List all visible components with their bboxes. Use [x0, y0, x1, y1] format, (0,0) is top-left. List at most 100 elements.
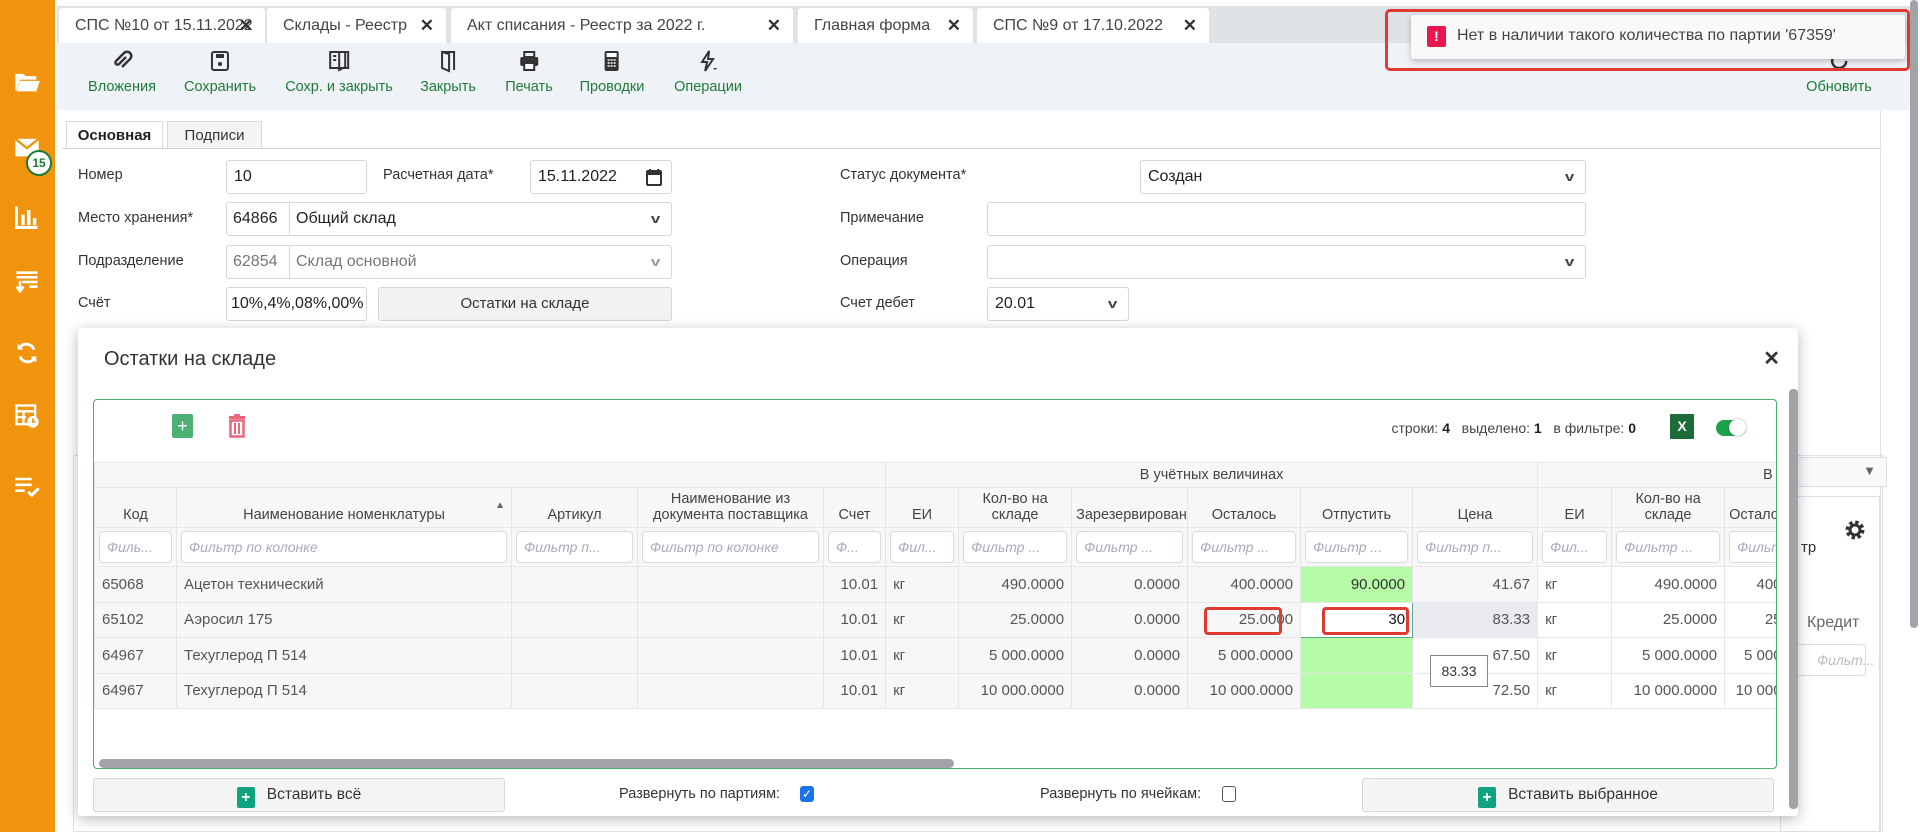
insert-selected-button[interactable]: + Вставить выбранное: [1362, 778, 1774, 812]
error-toast[interactable]: ! Нет в наличии такого количества по пар…: [1411, 15, 1905, 59]
column-header-release[interactable]: Отпустить: [1300, 487, 1414, 528]
column-header-code[interactable]: Код: [94, 487, 177, 528]
postings-button[interactable]: Проводки: [580, 49, 644, 95]
operation-select[interactable]: v: [987, 245, 1586, 279]
page-scrollbar[interactable]: [1910, 0, 1918, 628]
save-button[interactable]: Сохранить: [184, 49, 256, 95]
column-header-ship-unit[interactable]: ЕИ: [1537, 487, 1613, 528]
tab-sps-9[interactable]: СПС №9 от 17.10.2022 ✕: [977, 8, 1209, 43]
checklist-icon[interactable]: [13, 472, 41, 500]
table-row[interactable]: 65102 Аэросил 175 10.01 кг 25.0000 0.0000 25.0…: [94, 601, 1776, 638]
tab-sps-10[interactable]: СПС №10 от 15.11.2022 ✕: [59, 8, 265, 43]
close-button[interactable]: Закрыть: [420, 49, 476, 95]
column-filter-input[interactable]: Ф...: [828, 531, 882, 563]
add-row-button[interactable]: +: [172, 414, 193, 438]
grid-toggle[interactable]: [1716, 419, 1746, 436]
operation-label: Операция: [840, 253, 908, 269]
download-list-icon[interactable]: [13, 268, 41, 296]
cell-ship-stock-qty: 10 000.0000: [1611, 672, 1726, 709]
sync-icon[interactable]: [13, 339, 41, 367]
cell-ship-unit: кг: [1537, 672, 1613, 709]
column-filter-input[interactable]: Фильтр ...: [1076, 531, 1184, 563]
tab-label: СПС №9 от 17.10.2022: [993, 17, 1163, 34]
column-filter-input[interactable]: Фильтр по колонке: [642, 531, 819, 563]
column-label: Осталось: [1211, 507, 1277, 523]
expand-cells-checkbox[interactable]: [1222, 786, 1236, 802]
cell-stock-qty: 5 000.0000: [958, 637, 1073, 674]
account-field[interactable]: 10%,4%,08%,00%: [226, 287, 367, 321]
number-field[interactable]: 10: [226, 160, 367, 194]
column-filter-input[interactable]: Фильтр п...: [1417, 531, 1534, 563]
tab-writeoff-registry[interactable]: Акт списания - Реестр за 2022 г. ✕: [451, 8, 793, 43]
table-clock-icon[interactable]: [13, 402, 41, 430]
cell-name: Техуглерод П 514: [176, 637, 512, 674]
column-filter-input[interactable]: Фильтр ...: [963, 531, 1068, 563]
close-icon[interactable]: ✕: [1183, 8, 1197, 43]
column-filter-input[interactable]: Фильтр п...: [516, 531, 633, 563]
excel-export-icon[interactable]: X: [1670, 414, 1694, 439]
column-header-ship-remaining[interactable]: Осталось: [1724, 487, 1776, 528]
printer-icon: [519, 51, 538, 71]
note-field[interactable]: [987, 202, 1586, 236]
tab-warehouses-registry[interactable]: Склады - Реестр ✕: [267, 8, 446, 43]
column-filter-input[interactable]: Фильтр ...: [1192, 531, 1297, 563]
column-filter-input[interactable]: Фил...: [1542, 531, 1608, 563]
print-button[interactable]: Печать: [505, 49, 553, 95]
operations-button[interactable]: Операции: [674, 49, 742, 95]
tab-main-form[interactable]: Главная форма ✕: [798, 8, 973, 43]
status-select[interactable]: Создан v: [1140, 160, 1586, 194]
close-icon[interactable]: ✕: [1763, 346, 1780, 371]
table-row[interactable]: 64967 Техуглерод П 514 10.01 кг 10 000.0000 0…: [94, 672, 1776, 709]
trash-icon[interactable]: [227, 414, 247, 438]
horizontal-scrollbar[interactable]: [99, 759, 954, 768]
chart-icon[interactable]: [13, 203, 41, 231]
dialog-scrollbar[interactable]: [1789, 389, 1798, 809]
stock-remains-button[interactable]: Остатки на складе: [378, 287, 672, 321]
save-close-icon: [329, 51, 349, 72]
close-icon[interactable]: ✕: [239, 8, 253, 43]
close-icon[interactable]: ✕: [420, 8, 434, 43]
credit-filter[interactable]: Фильт...: [1786, 644, 1874, 676]
close-icon[interactable]: ✕: [767, 8, 781, 43]
column-filter-input[interactable]: Фильтр по колонке: [181, 531, 507, 563]
column-header-name[interactable]: Наименование номенклатуры ▲: [176, 487, 512, 528]
table-row[interactable]: 64967 Техуглерод П 514 10.01 кг 5 000.0000 0.…: [94, 637, 1776, 674]
cell-release[interactable]: [1300, 672, 1414, 709]
background-dropdown[interactable]: ▼: [1790, 457, 1887, 487]
storage-select[interactable]: 64866 Общий склад v: [226, 202, 672, 236]
column-filter-input[interactable]: Фил...: [890, 531, 955, 563]
cell-release[interactable]: 90.0000: [1300, 566, 1414, 603]
tab-signatures[interactable]: Подписи: [167, 121, 262, 149]
gear-icon[interactable]: [1843, 518, 1867, 542]
save-and-close-button[interactable]: Сохр. и закрыть: [285, 49, 393, 95]
column-filter-input[interactable]: Фильтр ...: [1616, 531, 1721, 563]
date-value: 15.11.2022: [538, 168, 617, 185]
cell-price: 41.67: [1412, 566, 1539, 603]
column-header-unit[interactable]: ЕИ: [885, 487, 960, 528]
column-header-reserved[interactable]: Зарезервировано: [1071, 487, 1189, 528]
debit-select[interactable]: 20.01 v: [987, 287, 1129, 321]
column-header-price[interactable]: Цена: [1412, 487, 1539, 528]
column-header-remaining[interactable]: Осталось: [1187, 487, 1302, 528]
tab-main[interactable]: Основная: [66, 121, 163, 149]
column-header-supplier-name[interactable]: Наименование из документа поставщика: [637, 487, 824, 528]
attachments-button[interactable]: Вложения: [88, 49, 156, 95]
column-header-article[interactable]: Артикул: [511, 487, 638, 528]
filter-cell: Фильтр п...: [511, 527, 638, 567]
column-header-ship-stock-qty[interactable]: Кол-во на складе: [1611, 487, 1726, 528]
column-header-account[interactable]: Счет: [822, 487, 887, 528]
cell-release[interactable]: [1300, 637, 1414, 674]
insert-all-button[interactable]: + Вставить всё: [93, 778, 505, 812]
column-filter-input[interactable]: Фильтр ...: [1305, 531, 1409, 563]
column-header-stock-qty[interactable]: Кол-во на складе: [958, 487, 1073, 528]
close-icon[interactable]: ✕: [947, 8, 961, 43]
table-row[interactable]: 65068 Ацетон технический 10.01 кг 490.0000 0.…: [94, 566, 1776, 603]
expand-batches-checkbox[interactable]: ✓: [800, 786, 814, 802]
column-filter-input[interactable]: Фильтр ...: [1729, 531, 1776, 563]
cell-ship-unit: кг: [1537, 566, 1613, 603]
column-filter-input[interactable]: Филь...: [99, 531, 172, 563]
calendar-icon[interactable]: [646, 168, 662, 186]
division-select[interactable]: 62854 Склад основной v: [226, 245, 672, 279]
date-field[interactable]: 15.11.2022: [530, 160, 672, 194]
folder-icon[interactable]: [13, 68, 41, 96]
